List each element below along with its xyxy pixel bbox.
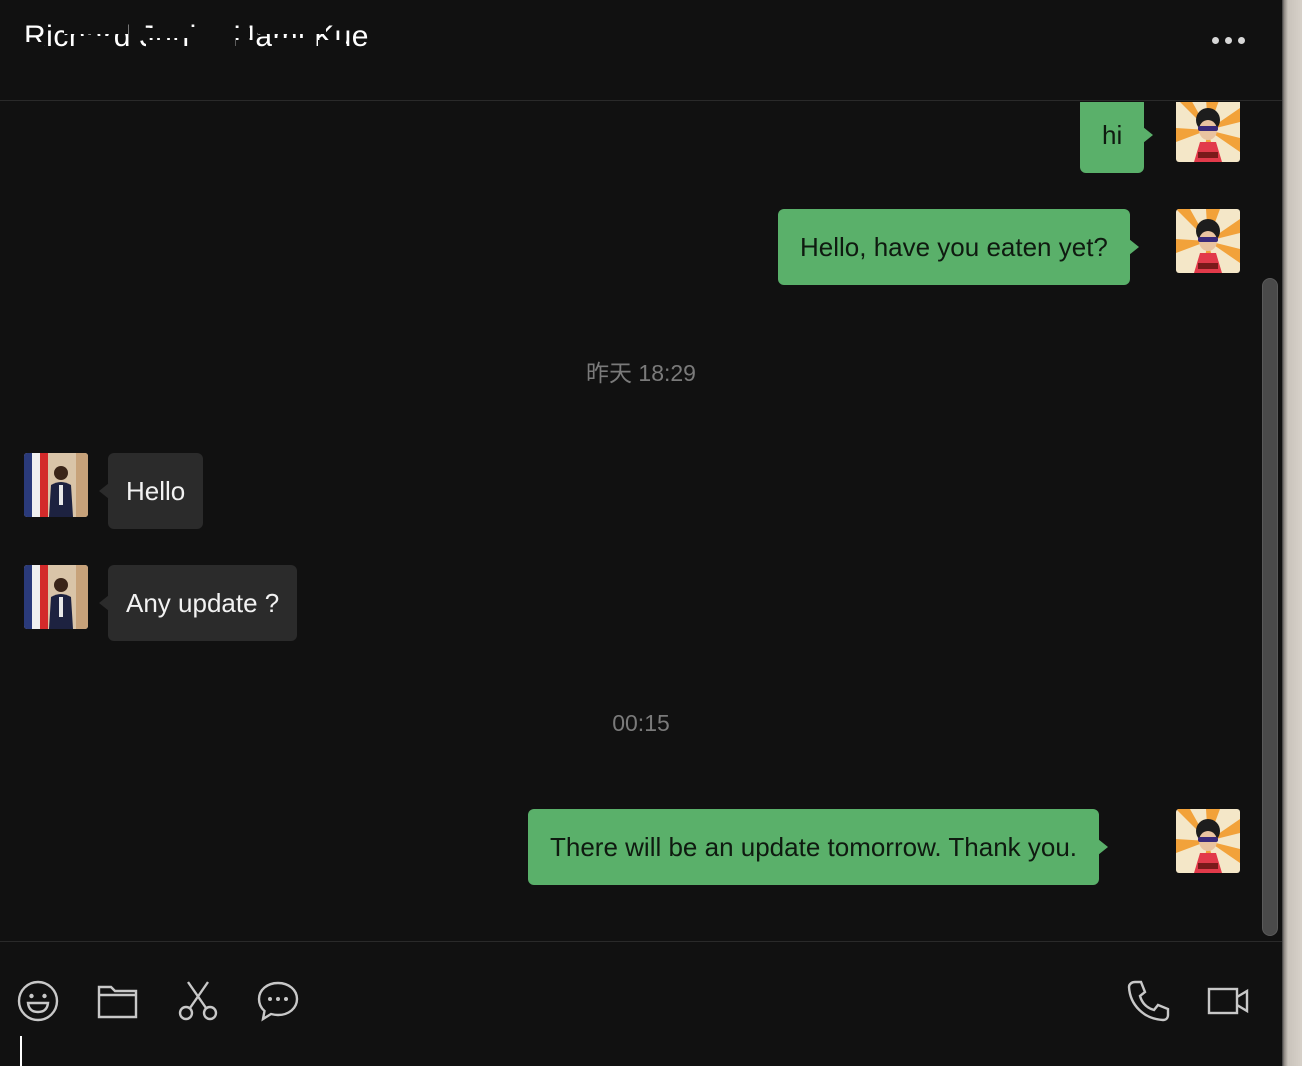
send-file-button[interactable] bbox=[96, 979, 140, 1023]
more-icon bbox=[1224, 36, 1232, 44]
chat-bubble-icon bbox=[257, 981, 299, 1022]
chat-header: Richard Junior Hami Kue bbox=[0, 0, 1282, 101]
message-timestamp: 昨天 18:29 bbox=[586, 360, 696, 386]
screenshot-button[interactable] bbox=[176, 979, 220, 1023]
more-options-button[interactable] bbox=[1204, 26, 1252, 54]
message-list[interactable]: hi Hello, have you eaten yet? 昨天 18:29 H… bbox=[0, 102, 1282, 941]
message-text: hi bbox=[1102, 120, 1123, 150]
contact-name: Richard Junior Hami Kue bbox=[24, 20, 369, 53]
message-text: Hello, have you eaten yet? bbox=[800, 232, 1108, 262]
my-avatar[interactable] bbox=[1176, 209, 1240, 273]
voice-call-button[interactable] bbox=[1126, 979, 1170, 1023]
message-text: Hello bbox=[126, 476, 186, 506]
message-bubble-outgoing[interactable]: There will be an update tomorrow. Thank … bbox=[528, 809, 1109, 885]
scissors-icon bbox=[178, 981, 218, 1021]
contact-avatar[interactable] bbox=[24, 565, 88, 629]
message-text: Any update ? bbox=[126, 588, 280, 618]
message-input[interactable] bbox=[10, 1034, 1270, 1066]
more-icon bbox=[1237, 36, 1245, 44]
message-bubble-outgoing[interactable]: hi bbox=[1080, 102, 1154, 173]
message-bubble-incoming[interactable]: Any update ? bbox=[98, 565, 298, 641]
message-text: There will be an update tomorrow. Thank … bbox=[550, 832, 1078, 862]
phone-icon bbox=[1127, 980, 1170, 1022]
message-timestamp: 00:15 bbox=[612, 710, 670, 736]
message-bubble-outgoing[interactable]: Hello, have you eaten yet? bbox=[778, 209, 1139, 285]
chat-window: Richard Junior Hami Kue hi Hello, have y… bbox=[0, 0, 1282, 1066]
my-avatar[interactable] bbox=[1176, 102, 1240, 162]
my-avatar[interactable] bbox=[1176, 809, 1240, 873]
contact-avatar[interactable] bbox=[24, 453, 88, 517]
composer-toolbar bbox=[0, 941, 1282, 1066]
video-call-button[interactable] bbox=[1206, 979, 1250, 1023]
emoji-icon bbox=[17, 980, 59, 1022]
background-edge bbox=[1282, 0, 1302, 1066]
chat-history-button[interactable] bbox=[256, 979, 300, 1023]
more-icon bbox=[1211, 36, 1219, 44]
folder-icon bbox=[97, 985, 138, 1019]
emoji-button[interactable] bbox=[16, 979, 60, 1023]
message-bubble-incoming[interactable]: Hello bbox=[98, 453, 204, 529]
video-camera-icon bbox=[1207, 987, 1249, 1015]
scrollbar-thumb[interactable] bbox=[1262, 278, 1278, 936]
text-caret bbox=[20, 1036, 22, 1066]
